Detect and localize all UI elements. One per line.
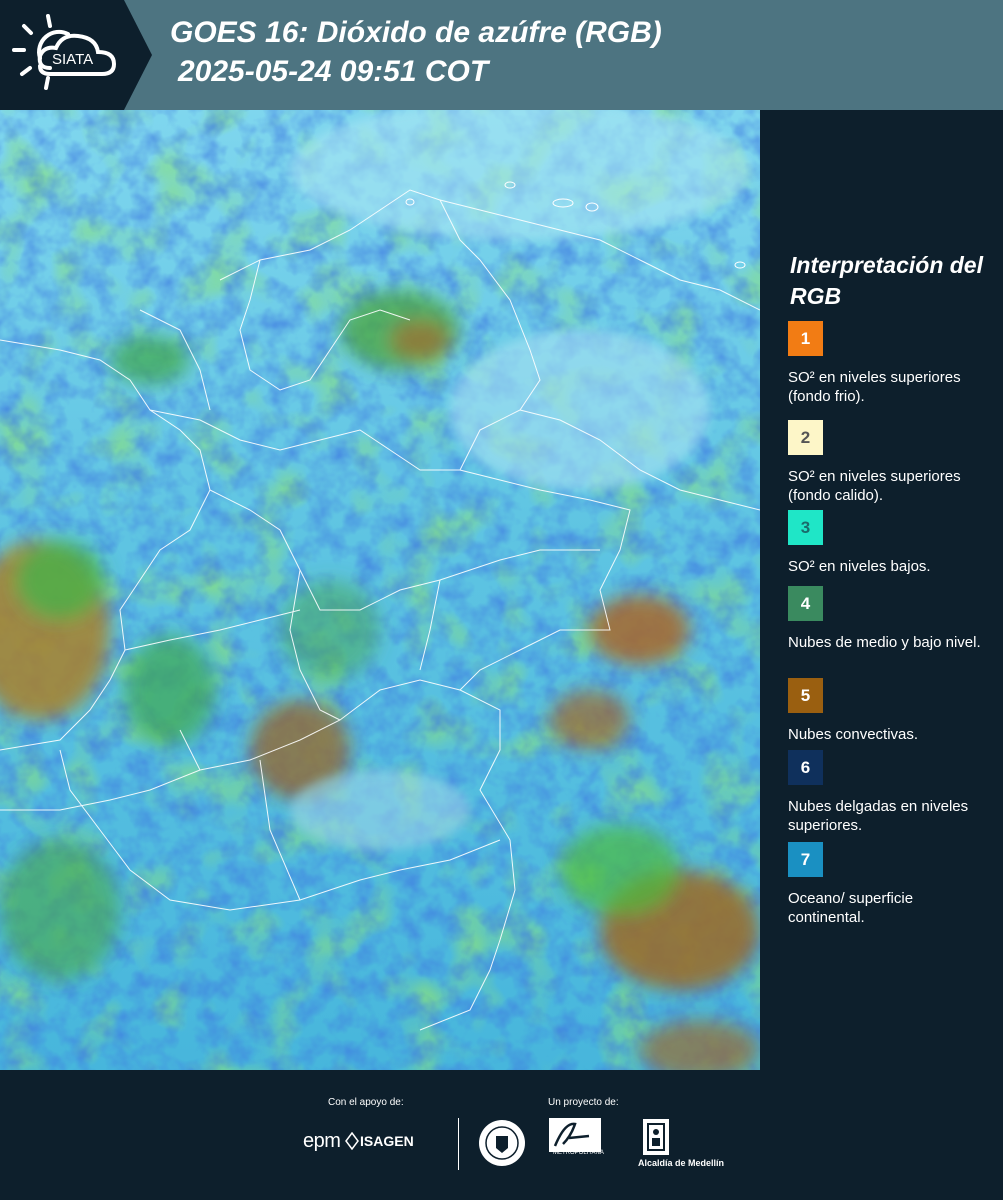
legend-swatch-1: 1: [788, 321, 823, 356]
epm-logo: epm: [303, 1130, 341, 1152]
legend-swatch-5: 5: [788, 678, 823, 713]
medellin-seal-icon: [479, 1120, 525, 1166]
alcaldia-building-icon: [643, 1119, 669, 1155]
legend-item-7: 7 Oceano/ superficie continental.: [788, 842, 988, 927]
legend-item-4: 4 Nubes de medio y bajo nivel.: [788, 586, 988, 652]
footer: Con el apoyo de: Un proyecto de: epm ISA…: [0, 1070, 1003, 1200]
legend-swatch-6: 6: [788, 750, 823, 785]
area-metropolitana-logo-icon: [549, 1118, 601, 1152]
project-label: Un proyecto de:: [548, 1097, 619, 1108]
legend-title: Interpretación del RGB: [790, 252, 983, 309]
isagen-mark-icon: [345, 1132, 359, 1150]
legend-text-3: SO² en niveles bajos.: [788, 558, 931, 575]
legend-text-6: Nubes delgadas en niveles superiores.: [788, 798, 969, 834]
legend-item-5: 5 Nubes convectivas.: [788, 678, 988, 744]
satellite-map: [0, 110, 760, 1070]
area-metropolitana-text: METROPOLITANA: [553, 1150, 604, 1156]
legend-text-5: Nubes convectivas.: [788, 726, 919, 743]
legend-item-2: 2 SO² en niveles superiores (fondo calid…: [788, 420, 988, 505]
legend-swatch-4: 4: [788, 586, 823, 621]
siata-logo-text: SIATA: [52, 51, 93, 68]
footer-divider: [458, 1118, 459, 1170]
alcaldia-text: Alcaldía de Medellín: [638, 1158, 725, 1168]
legend-text-2: SO² en niveles superiores (fondo calido)…: [788, 468, 961, 504]
legend-item-3: 3 SO² en niveles bajos.: [788, 510, 988, 576]
legend-text-4: Nubes de medio y bajo nivel.: [788, 634, 981, 651]
page-title: GOES 16: Dióxido de azúfre (RGB): [170, 16, 662, 49]
siata-logo: SIATA: [0, 0, 152, 110]
satellite-image: [0, 110, 760, 1070]
header-bar: SIATA GOES 16: Dióxido de azúfre (RGB) 2…: [0, 0, 1003, 110]
legend-swatch-2: 2: [788, 420, 823, 455]
legend-swatch-3: 3: [788, 510, 823, 545]
legend-text-7: Oceano/ superficie continental.: [788, 890, 914, 926]
legend-item-1: 1 SO² en niveles superiores (fondo frio)…: [788, 321, 988, 406]
support-label: Con el apoyo de:: [328, 1097, 404, 1108]
legend-text-1: SO² en niveles superiores (fondo frio).: [788, 369, 961, 405]
page-timestamp: 2025-05-24 09:51 COT: [178, 55, 489, 88]
legend-swatch-7: 7: [788, 842, 823, 877]
legend-panel: Interpretación del RGB 1 SO² en niveles …: [762, 110, 1003, 1070]
isagen-logo: ISAGEN: [360, 1133, 414, 1149]
siata-sun-cloud-icon: SIATA: [12, 14, 117, 90]
legend-item-6: 6 Nubes delgadas en niveles superiores.: [788, 750, 988, 835]
